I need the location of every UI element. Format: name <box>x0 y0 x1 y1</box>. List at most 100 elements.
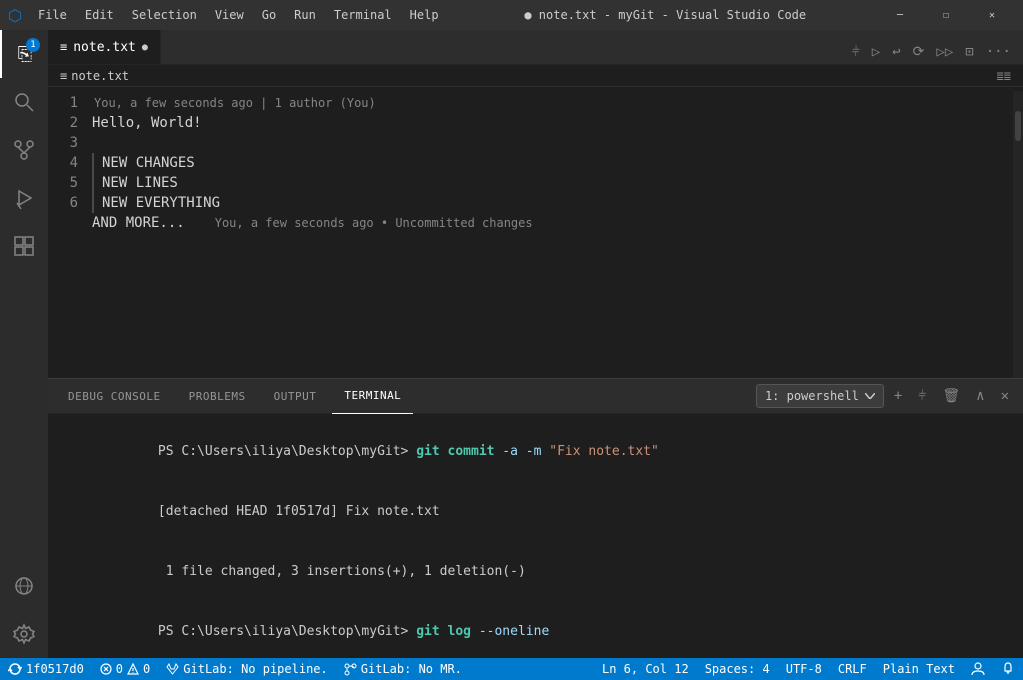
status-branch: 1f0517d0 <box>26 662 84 676</box>
run-activity-icon[interactable] <box>0 174 48 222</box>
status-errors[interactable]: 0 0 <box>92 658 158 680</box>
menu-go[interactable]: Go <box>254 6 284 24</box>
status-gitlab-mr[interactable]: GitLab: No MR. <box>336 658 470 680</box>
bell-icon <box>1001 662 1015 676</box>
status-spaces-text: Spaces: 4 <box>705 662 770 676</box>
tab-actions: ⫩ ▷ ↩ ⟳ ▷▷ ⊡ ··· <box>848 40 1023 64</box>
editor-tab-note-txt[interactable]: ≡ note.txt ● <box>48 30 161 64</box>
status-line-ending[interactable]: CRLF <box>830 658 875 680</box>
minimize-button[interactable]: ─ <box>877 0 923 30</box>
layout-button[interactable]: ⊡ <box>961 40 977 64</box>
maximize-button[interactable]: ☐ <box>923 0 969 30</box>
run-all-button[interactable]: ▷▷ <box>932 40 957 64</box>
scrollbar-thumb[interactable] <box>1015 111 1021 141</box>
remote-activity-icon[interactable] <box>0 562 48 610</box>
status-right: Ln 6, Col 12 Spaces: 4 UTF-8 CRLF Plain … <box>594 658 1023 680</box>
panel-actions: 1: powershell + ⫩ 🗑 ∧ ✕ <box>756 384 1015 408</box>
terminal-cmd-flag-1: -a -m <box>502 444 549 459</box>
more-actions-button[interactable]: ··· <box>982 40 1015 64</box>
tab-bar: ≡ note.txt ● ⫩ ▷ ↩ ⟳ ▷▷ ⊡ ··· <box>48 30 1023 65</box>
terminal-content[interactable]: PS C:\Users\iliya\Desktop\myGit> git com… <box>48 414 1023 658</box>
minimap-icon: ≣≣ <box>997 69 1011 83</box>
code-area[interactable]: 1 2 3 4 5 6 You, a few seconds ago | 1 a… <box>48 87 1023 378</box>
git-blame-line: You, a few seconds ago | 1 author (You) <box>92 93 1013 113</box>
terminal-cmd-git-4: git log <box>416 624 479 639</box>
kill-terminal-button[interactable]: 🗑 <box>936 384 966 408</box>
editor-area: ≡ note.txt ● ⫩ ▷ ↩ ⟳ ▷▷ ⊡ ··· ≡ note.txt… <box>48 30 1023 658</box>
git-inline-annotation: You, a few seconds ago • Uncommitted cha… <box>215 213 533 233</box>
terminal-line-4: PS C:\Users\iliya\Desktop\myGit> git log… <box>64 602 1007 658</box>
status-gitlab-pipeline[interactable]: GitLab: No pipeline. <box>158 658 336 680</box>
panel-tab-terminal[interactable]: TERMINAL <box>332 379 413 414</box>
status-encoding[interactable]: UTF-8 <box>778 658 830 680</box>
status-remote-ssh[interactable] <box>963 658 993 680</box>
terminal-output-2: [detached HEAD 1f0517d] Fix note.txt <box>158 504 440 519</box>
breadcrumb-path[interactable]: note.txt <box>71 69 129 83</box>
close-button[interactable]: ✕ <box>969 0 1015 30</box>
code-line-4: NEW LINES <box>92 173 1013 193</box>
maximize-panel-button[interactable]: ∧ <box>970 384 990 408</box>
window-title: ● note.txt - myGit - Visual Studio Code <box>453 8 877 22</box>
split-editor-button[interactable]: ⫩ <box>848 40 864 64</box>
panel-tab-output[interactable]: OUTPUT <box>262 379 329 414</box>
code-line-6: AND MORE... You, a few seconds ago • Unc… <box>92 213 1013 233</box>
gitlab-icon <box>166 663 179 676</box>
person-icon <box>971 662 985 676</box>
code-text-1: Hello, World! <box>92 113 202 133</box>
extensions-activity-icon[interactable] <box>0 222 48 270</box>
code-line-5: NEW EVERYTHING <box>92 193 1013 213</box>
menu-file[interactable]: File <box>30 6 75 24</box>
status-notifications[interactable] <box>993 658 1023 680</box>
explorer-activity-icon[interactable]: ⎘ 1 <box>0 30 48 78</box>
code-text-6: AND MORE... <box>92 213 185 233</box>
settings-activity-icon[interactable] <box>0 610 48 658</box>
terminal-selector-label: 1: powershell <box>765 389 859 403</box>
menu-edit[interactable]: Edit <box>77 6 122 24</box>
menu-terminal[interactable]: Terminal <box>326 6 400 24</box>
split-terminal-button[interactable]: ⫩ <box>912 384 932 408</box>
terminal-string-1: "Fix note.txt" <box>549 444 659 459</box>
status-encoding-text: UTF-8 <box>786 662 822 676</box>
breadcrumb-file-icon: ≡ <box>60 69 67 83</box>
source-control-activity-icon[interactable] <box>0 126 48 174</box>
menu-help[interactable]: Help <box>402 6 447 24</box>
code-editor[interactable]: You, a few seconds ago | 1 author (You) … <box>88 91 1013 378</box>
panel-tab-problems[interactable]: PROBLEMS <box>177 379 258 414</box>
panel-tab-debug-console[interactable]: DEBUG CONSOLE <box>56 379 173 414</box>
code-line-1: Hello, World! <box>92 113 1013 133</box>
status-remote-icon[interactable]: 1f0517d0 <box>0 658 92 680</box>
status-gitlab-mr-text: GitLab: No MR. <box>361 662 462 676</box>
explorer-badge: 1 <box>26 38 40 52</box>
file-icon: ≡ <box>60 40 67 54</box>
main-area: ⎘ 1 <box>0 30 1023 658</box>
terminal-line-1: PS C:\Users\iliya\Desktop\myGit> git com… <box>64 422 1007 482</box>
status-bar: 1f0517d0 0 0 GitLab: No pipeline. GitLab… <box>0 658 1023 680</box>
terminal-cmd-flag-4: --oneline <box>479 624 549 639</box>
code-text-2 <box>92 133 100 153</box>
git-blame-text: You, a few seconds ago | 1 author (You) <box>94 93 376 113</box>
redo-button[interactable]: ⟳ <box>909 40 929 64</box>
undo-button[interactable]: ↩ <box>888 40 904 64</box>
terminal-prompt-4: PS C:\Users\iliya\Desktop\myGit> <box>158 624 416 639</box>
status-spaces[interactable]: Spaces: 4 <box>697 658 778 680</box>
search-activity-icon[interactable] <box>0 78 48 126</box>
close-panel-button[interactable]: ✕ <box>995 384 1015 408</box>
code-line-3: NEW CHANGES <box>92 153 1013 173</box>
line-numbers: 1 2 3 4 5 6 <box>48 91 88 378</box>
status-warning-count: 0 <box>143 662 150 676</box>
code-line-2 <box>92 133 1013 153</box>
status-cursor-position[interactable]: Ln 6, Col 12 <box>594 658 697 680</box>
terminal-output-3: 1 file changed, 3 insertions(+), 1 delet… <box>158 564 526 579</box>
status-language-mode[interactable]: Plain Text <box>875 658 963 680</box>
status-language-text: Plain Text <box>883 662 955 676</box>
warning-icon <box>127 663 139 675</box>
menu-run[interactable]: Run <box>286 6 324 24</box>
add-terminal-button[interactable]: + <box>888 384 908 408</box>
code-text-4: NEW LINES <box>102 173 178 193</box>
run-code-button[interactable]: ▷ <box>868 40 884 64</box>
menu-view[interactable]: View <box>207 6 252 24</box>
terminal-selector-dropdown[interactable]: 1: powershell <box>756 384 884 408</box>
vertical-scrollbar[interactable] <box>1013 91 1023 378</box>
menu-selection[interactable]: Selection <box>124 6 205 24</box>
status-error-count: 0 <box>116 662 123 676</box>
